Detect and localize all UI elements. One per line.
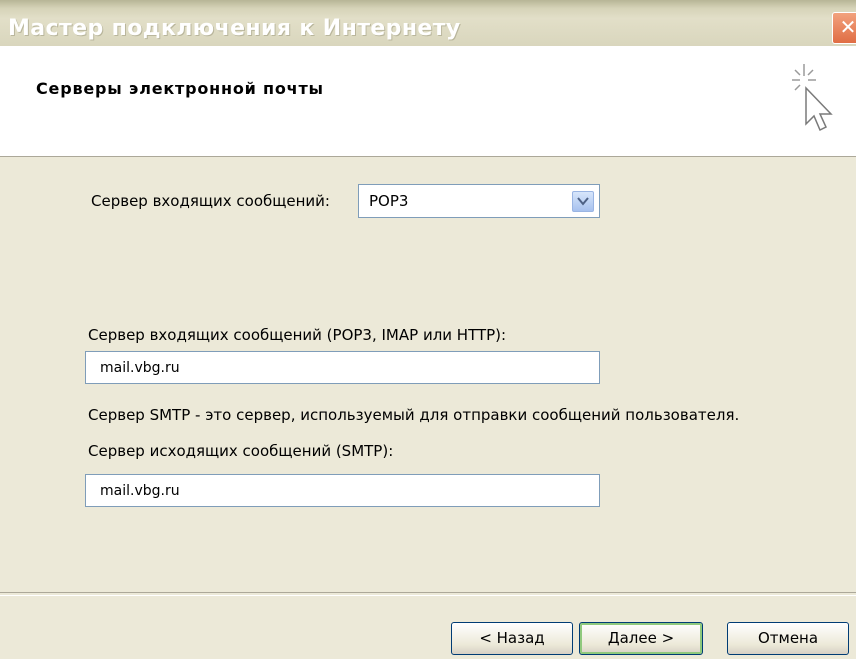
wizard-header: Серверы электронной почты <box>0 46 856 157</box>
close-icon: ✕ <box>839 15 856 39</box>
incoming-type-value: POP3 <box>369 192 409 210</box>
footer-divider <box>0 592 856 596</box>
wizard-window: Мастер подключения к Интернету ✕ Серверы… <box>0 0 856 659</box>
wizard-cursor-icon <box>792 64 833 132</box>
incoming-type-label: Сервер входящих сообщений: <box>91 192 330 210</box>
back-button[interactable]: < Назад <box>451 622 573 655</box>
page-title: Серверы электронной почты <box>36 79 324 98</box>
close-button[interactable]: ✕ <box>832 12 856 44</box>
title-bar[interactable]: Мастер подключения к Интернету ✕ <box>0 0 856 46</box>
cancel-button[interactable]: Отмена <box>727 622 849 655</box>
outgoing-server-label: Сервер исходящих сообщений (SMTP): <box>88 442 394 460</box>
chevron-down-icon <box>577 197 589 206</box>
dropdown-button[interactable] <box>572 191 594 212</box>
next-button[interactable]: Далее > <box>579 622 703 655</box>
incoming-server-input[interactable] <box>85 351 600 384</box>
window-title: Мастер подключения к Интернету <box>8 16 461 41</box>
incoming-server-label: Сервер входящих сообщений (POP3, IMAP ил… <box>88 326 507 344</box>
smtp-info-text: Сервер SMTP - это сервер, используемый д… <box>88 406 740 424</box>
incoming-type-select[interactable]: POP3 <box>358 184 600 218</box>
outgoing-server-input[interactable] <box>85 474 600 507</box>
